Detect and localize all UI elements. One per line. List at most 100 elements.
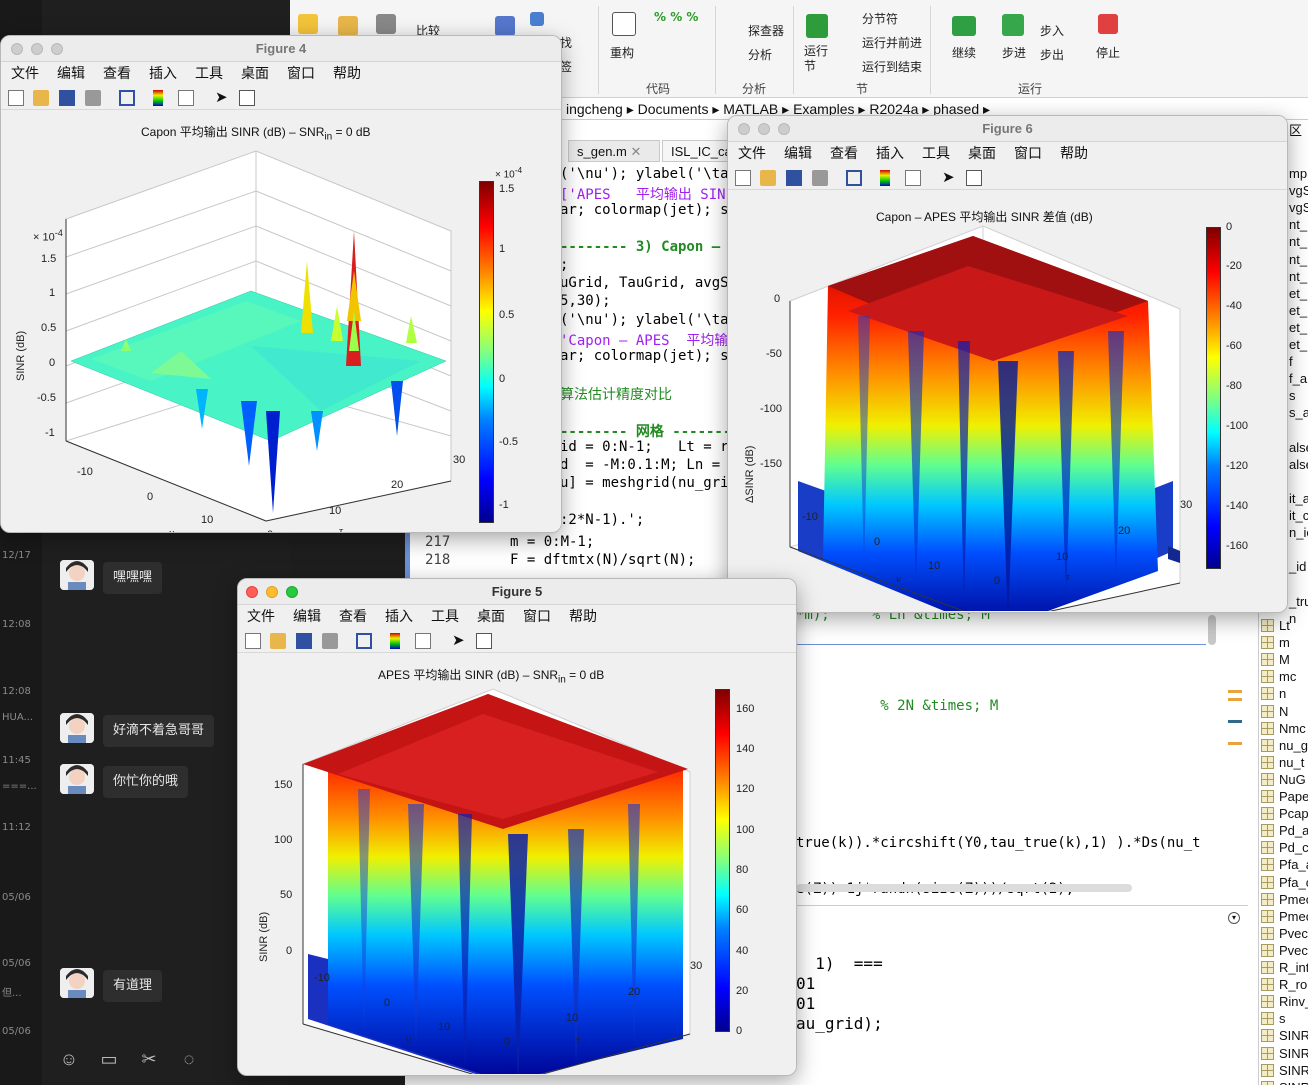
step-in-button[interactable]: 步入: [1040, 22, 1064, 39]
property-inspector-icon[interactable]: [239, 90, 255, 106]
workspace-variable[interactable]: NuG: [1259, 771, 1308, 788]
print-icon[interactable]: [85, 90, 101, 106]
colorbar[interactable]: [715, 689, 730, 1032]
open-file-icon[interactable]: [760, 170, 776, 186]
colorbar[interactable]: [479, 181, 494, 523]
workspace-variable[interactable]: SINR: [1259, 1079, 1308, 1085]
run-to-end-button[interactable]: 运行到结束: [862, 58, 922, 75]
workspace-variable[interactable]: n: [1259, 685, 1308, 702]
open-file-icon[interactable]: [270, 633, 286, 649]
analyze-button[interactable]: 分析: [748, 46, 772, 63]
workspace-variable[interactable]: Pcap: [1259, 805, 1308, 822]
print-icon[interactable]: [812, 170, 828, 186]
workspace-variable[interactable]: N: [1259, 703, 1308, 720]
colorbar-icon[interactable]: [390, 633, 400, 649]
workspace-variable[interactable]: Rinv_: [1259, 993, 1308, 1010]
run-section-button[interactable]: 运行 节: [804, 44, 828, 74]
save-icon[interactable]: [296, 633, 312, 649]
pointer-icon[interactable]: ➤: [215, 90, 231, 106]
workspace-variable[interactable]: Pvec: [1259, 925, 1308, 942]
menu-view[interactable]: 查看: [103, 63, 131, 85]
close-icon[interactable]: ✕: [631, 144, 642, 159]
workspace-variable[interactable]: nu_t: [1259, 754, 1308, 771]
chat-message[interactable]: 嘿嘿嘿: [103, 562, 163, 594]
menu-insert[interactable]: 插入: [876, 143, 904, 165]
menu-window[interactable]: 窗口: [287, 63, 315, 85]
menu-tools[interactable]: 工具: [195, 63, 223, 85]
window-title[interactable]: Figure 5: [238, 579, 796, 605]
workspace-variable[interactable]: SINR: [1259, 1062, 1308, 1079]
save-icon[interactable]: [376, 14, 396, 34]
tab-s-gen[interactable]: s_gen.m ✕: [568, 140, 660, 162]
menu-tools[interactable]: 工具: [431, 606, 459, 628]
menu-file[interactable]: 文件: [247, 606, 275, 628]
new-icon[interactable]: [298, 14, 318, 34]
colorbar-icon[interactable]: [880, 170, 890, 186]
goto-icon[interactable]: [495, 16, 515, 36]
maximize-button[interactable]: [51, 43, 63, 55]
warning-marker[interactable]: [1228, 742, 1242, 745]
menu-edit[interactable]: 编辑: [784, 143, 812, 165]
workspace-variable[interactable]: R_int: [1259, 959, 1308, 976]
surface-plot[interactable]: [728, 191, 1198, 611]
chat-bubble-icon[interactable]: ◌: [178, 1048, 200, 1070]
link-plot-icon[interactable]: [356, 633, 372, 649]
horizontal-scrollbar[interactable]: [796, 884, 1132, 892]
menu-insert[interactable]: 插入: [385, 606, 413, 628]
close-button[interactable]: [11, 43, 23, 55]
menu-insert[interactable]: 插入: [149, 63, 177, 85]
warning-marker[interactable]: [1228, 690, 1242, 693]
menu-tools[interactable]: 工具: [922, 143, 950, 165]
workspace-variable[interactable]: M: [1259, 651, 1308, 668]
avatar[interactable]: [60, 560, 94, 590]
menu-window[interactable]: 窗口: [523, 606, 551, 628]
run-and-advance-button[interactable]: 运行并前进: [862, 34, 922, 51]
warning-marker[interactable]: [1228, 698, 1242, 701]
workspace-variable[interactable]: SINR: [1259, 1027, 1308, 1044]
continue-button[interactable]: 继续: [952, 44, 976, 61]
stop-icon[interactable]: [1098, 14, 1118, 34]
window-title[interactable]: Figure 4: [1, 36, 561, 62]
legend-icon[interactable]: [178, 90, 194, 106]
menu-desktop[interactable]: 桌面: [477, 606, 505, 628]
chat-message[interactable]: 有道理: [103, 970, 163, 1002]
workspace-variable[interactable]: Nmc: [1259, 720, 1308, 737]
link-plot-icon[interactable]: [119, 90, 135, 106]
menu-edit[interactable]: 编辑: [293, 606, 321, 628]
legend-icon[interactable]: [905, 170, 921, 186]
menu-help[interactable]: 帮助: [1060, 143, 1088, 165]
menu-desktop[interactable]: 桌面: [241, 63, 269, 85]
workspace-variable[interactable]: Pfa_a: [1259, 856, 1308, 873]
menu-edit[interactable]: 编辑: [57, 63, 85, 85]
colorbar[interactable]: [1206, 227, 1221, 569]
surface-plot[interactable]: [238, 654, 708, 1074]
menu-help[interactable]: 帮助: [569, 606, 597, 628]
refactor-icon[interactable]: [612, 12, 636, 36]
emoji-icon[interactable]: ☺: [58, 1048, 80, 1070]
breadcrumb-item[interactable]: Documents: [638, 101, 709, 117]
breadcrumb-item[interactable]: ingcheng: [566, 101, 623, 117]
workspace-variable[interactable]: Pd_a: [1259, 822, 1308, 839]
vertical-scrollbar[interactable]: [1208, 615, 1216, 645]
workspace-variable[interactable]: Pmec: [1259, 908, 1308, 925]
workspace-variable[interactable]: m: [1259, 634, 1308, 651]
avatar[interactable]: [60, 764, 94, 794]
chevron-down-icon[interactable]: ▾: [1228, 912, 1240, 924]
menu-file[interactable]: 文件: [11, 63, 39, 85]
menu-file[interactable]: 文件: [738, 143, 766, 165]
new-figure-icon[interactable]: [735, 170, 751, 186]
step-button[interactable]: 步进: [1002, 44, 1026, 61]
save-icon[interactable]: [59, 90, 75, 106]
legend-icon[interactable]: [415, 633, 431, 649]
command-window[interactable]: ▾ 1) === 01 01 au_grid);: [796, 905, 1248, 1085]
close-button[interactable]: [246, 586, 258, 598]
menu-window[interactable]: 窗口: [1014, 143, 1042, 165]
minimize-button[interactable]: [266, 586, 278, 598]
pointer-icon[interactable]: ➤: [452, 633, 468, 649]
section-break-button[interactable]: 分节符: [862, 10, 898, 27]
step-icon[interactable]: [1002, 14, 1024, 36]
workspace-variable[interactable]: nu_g: [1259, 737, 1308, 754]
minimize-button[interactable]: [31, 43, 43, 55]
save-icon[interactable]: [786, 170, 802, 186]
workspace-variable[interactable]: mc: [1259, 668, 1308, 685]
